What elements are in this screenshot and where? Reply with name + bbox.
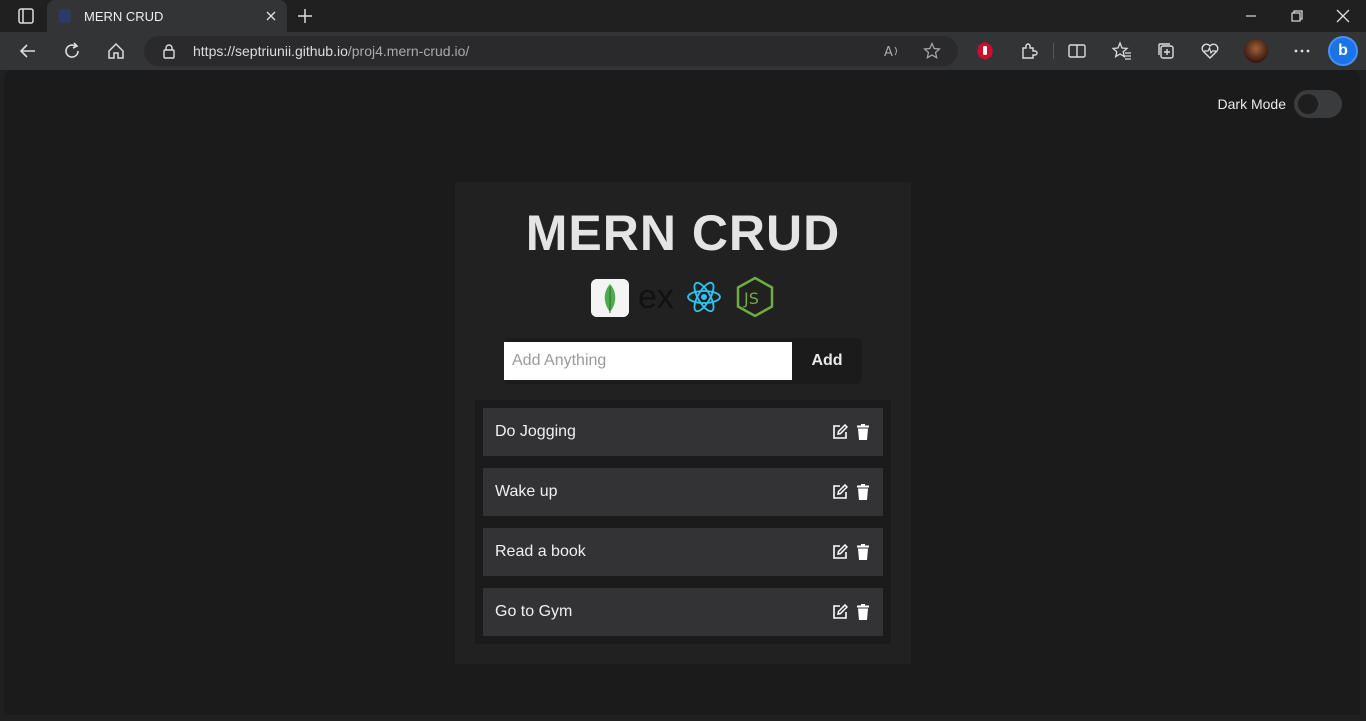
split-screen-icon[interactable] — [1067, 41, 1087, 61]
browser-tab[interactable]: MERN CRUD — [47, 0, 287, 32]
favorites-icon[interactable] — [1112, 41, 1132, 61]
trash-icon[interactable] — [857, 424, 869, 440]
express-logo-icon: ex — [638, 278, 674, 316]
url-text[interactable]: https://septriunii.github.io/proj4.mern-… — [193, 43, 469, 59]
todo-text: Do Jogging — [495, 423, 576, 440]
trash-icon[interactable] — [857, 484, 869, 500]
toggle-knob[interactable] — [1298, 94, 1318, 114]
todo-text: Go to Gym — [495, 603, 573, 620]
dark-mode-toggle[interactable] — [1294, 90, 1342, 118]
edit-icon[interactable] — [832, 484, 848, 500]
list-item: Read a book — [483, 528, 883, 576]
tab-actions-icon[interactable] — [10, 6, 38, 26]
more-icon[interactable] — [1292, 41, 1312, 61]
refresh-icon[interactable] — [62, 41, 82, 61]
url-path: /proj4.mern-crud.io/ — [347, 43, 470, 59]
dark-mode-label: Dark Mode — [1217, 96, 1286, 112]
tab-favicon-icon — [59, 9, 71, 23]
trash-icon[interactable] — [857, 604, 869, 620]
todo-text: Wake up — [495, 483, 558, 500]
toolbar-separator — [1053, 43, 1054, 59]
profile-avatar[interactable] — [1244, 39, 1268, 63]
address-bar[interactable]: https://septriunii.github.io/proj4.mern-… — [144, 36, 958, 66]
svg-text:JS: JS — [743, 289, 759, 308]
read-aloud-icon[interactable]: A — [884, 43, 902, 59]
edit-icon[interactable] — [832, 424, 848, 440]
svg-text:A: A — [884, 45, 893, 59]
lock-icon[interactable] — [162, 43, 176, 59]
list-item: Go to Gym — [483, 588, 883, 636]
bing-copilot-icon[interactable]: b — [1328, 36, 1358, 66]
mongodb-logo-icon — [591, 279, 629, 317]
edit-icon[interactable] — [832, 544, 848, 560]
react-logo-icon — [687, 281, 721, 313]
list-item: Wake up — [483, 468, 883, 516]
tab-bar: MERN CRUD — [0, 0, 1366, 32]
todo-text: Read a book — [495, 543, 586, 560]
edit-icon[interactable] — [832, 604, 848, 620]
tab-close-icon[interactable] — [263, 8, 279, 24]
star-icon[interactable] — [923, 42, 941, 60]
collections-icon[interactable] — [1156, 41, 1176, 61]
heart-pulse-icon[interactable] — [1200, 41, 1220, 61]
nodejs-logo-icon: JS — [736, 276, 774, 318]
url-host: https://septriunii.github.io — [193, 43, 348, 59]
restore-icon[interactable] — [1287, 6, 1307, 26]
page-title: MERN CRUD — [525, 205, 841, 261]
crud-card: MERN CRUD ex JS Add Anything Add Do Jogg… — [455, 182, 911, 664]
list-item: Do Jogging — [483, 408, 883, 456]
minimize-icon[interactable] — [1241, 6, 1261, 26]
tab-title: MERN CRUD — [84, 9, 164, 24]
new-tab-icon[interactable] — [295, 6, 315, 26]
window-close-icon[interactable] — [1333, 6, 1353, 26]
stop-hand-extension-icon[interactable] — [975, 41, 995, 61]
add-todo-input[interactable] — [504, 342, 792, 380]
puzzle-icon[interactable] — [1019, 41, 1039, 61]
home-icon[interactable] — [106, 41, 126, 61]
tech-logos: ex JS — [591, 276, 775, 318]
page-content: Dark Mode MERN CRUD ex JS Add Anything A… — [4, 70, 1360, 715]
add-form: Add — [504, 338, 862, 384]
add-button[interactable]: Add — [792, 338, 862, 384]
todo-list: Do Jogging Wake up Read a book Go to Gym — [475, 400, 891, 644]
trash-icon[interactable] — [857, 544, 869, 560]
back-arrow-icon[interactable] — [18, 41, 38, 61]
